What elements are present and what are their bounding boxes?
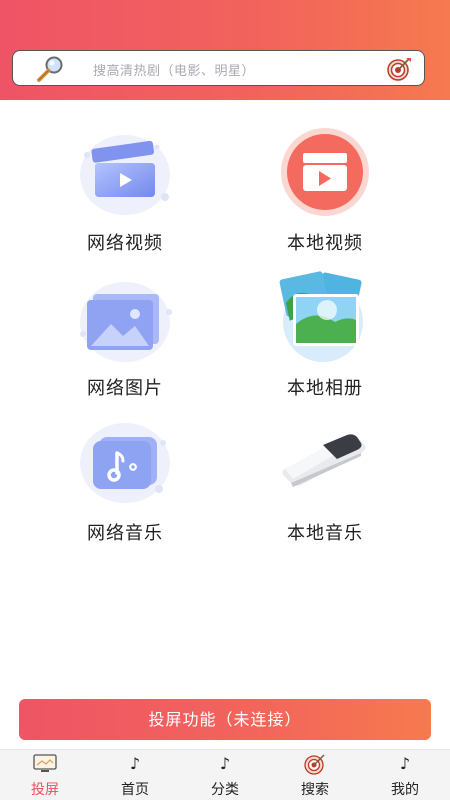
grid-item-network-video[interactable]: 网络视频 <box>25 125 225 255</box>
search-placeholder[interactable]: 搜高清热剧（电影、明星） <box>93 60 255 79</box>
tab-mine[interactable]: ♪ 我的 <box>360 750 450 800</box>
target-icon[interactable] <box>386 57 412 81</box>
tiktok-icon: ♪ <box>219 754 231 773</box>
clapperboard-icon <box>80 135 170 215</box>
grid-label: 网络音乐 <box>87 523 163 544</box>
picture-icon <box>80 282 172 362</box>
grid-label: 本地视频 <box>287 233 363 254</box>
tab-category[interactable]: ♪ 分类 <box>180 750 270 800</box>
grid-label: 本地音乐 <box>287 523 363 544</box>
grid-item-network-music[interactable]: 网络音乐 <box>25 415 225 545</box>
tiktok-icon: ♪ <box>129 754 141 773</box>
tab-cast[interactable]: 投屏 <box>0 750 90 800</box>
photo-album-icon <box>279 271 363 362</box>
search-bar[interactable]: 搜高清热剧（电影、明星） <box>12 50 425 86</box>
grid-label: 本地相册 <box>287 378 363 399</box>
tab-search[interactable]: 搜索 <box>270 750 360 800</box>
tab-label: 分类 <box>211 782 239 798</box>
tab-label: 投屏 <box>31 782 59 798</box>
grid-label: 网络视频 <box>87 233 163 254</box>
tab-label: 我的 <box>391 782 419 798</box>
grid-item-network-picture[interactable]: 网络图片 <box>25 270 225 400</box>
bottom-tab-bar: 投屏 ♪ 首页 ♪ 分类 搜索 ♪ 我的 <box>0 749 450 800</box>
phone-icon <box>282 434 366 487</box>
music-note-icon <box>80 423 170 503</box>
grid-item-local-video[interactable]: 本地视频 <box>225 125 425 255</box>
grid-label: 网络图片 <box>87 378 163 399</box>
header-bar: 搜高清热剧（电影、明星） <box>0 0 450 100</box>
grid-item-local-music[interactable]: 本地音乐 <box>225 415 425 545</box>
tiktok-icon: ♪ <box>399 754 411 773</box>
tab-label: 搜索 <box>301 782 329 798</box>
magnifier-icon <box>37 56 63 82</box>
grid-item-local-album[interactable]: 本地相册 <box>225 270 425 400</box>
cast-button[interactable]: 投屏功能（未连接） <box>19 699 431 740</box>
tab-home[interactable]: ♪ 首页 <box>90 750 180 800</box>
video-play-icon <box>281 128 369 216</box>
tab-label: 首页 <box>121 782 149 798</box>
screen-cast-icon <box>33 754 57 772</box>
target-icon <box>304 754 325 775</box>
